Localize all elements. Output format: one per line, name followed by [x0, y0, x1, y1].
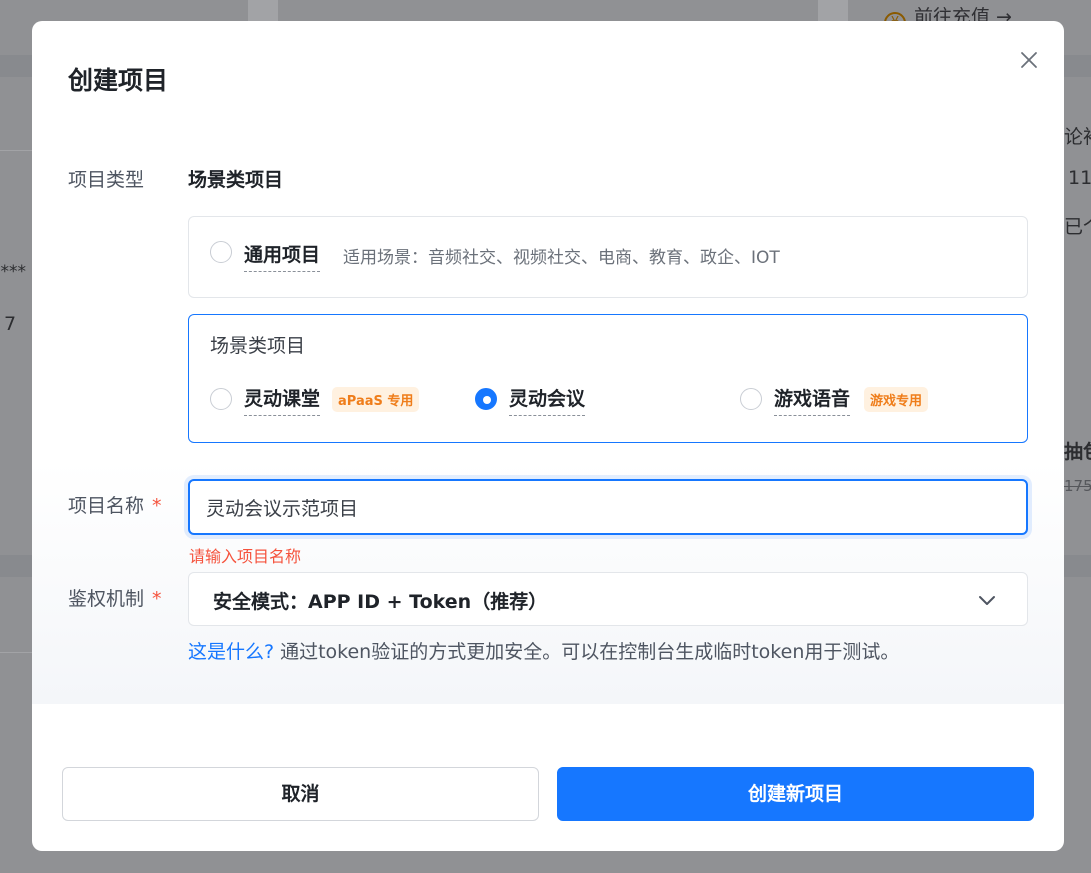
scene-project-card: 场景类项目 灵动课堂 aPaaS 专用 灵动会议 游戏语音 游戏专用	[188, 314, 1028, 443]
auth-help-line: 这是什么? 通过token验证的方式更加安全。可以在控制台生成临时token用于测…	[188, 637, 899, 664]
radio-smart-classroom[interactable]	[210, 388, 232, 410]
auth-mechanism-value: 安全模式：APP ID + Token（推荐）	[213, 591, 548, 613]
required-mark: *	[152, 588, 162, 610]
radio-smart-meeting[interactable]	[475, 388, 497, 410]
background-text: 已个	[1064, 216, 1091, 238]
project-name-label: 项目名称 *	[68, 491, 162, 518]
option-smart-meeting[interactable]: 灵动会议	[509, 384, 586, 416]
background-text: 抽包	[1064, 441, 1091, 463]
auth-help-text: 通过token验证的方式更加安全。可以在控制台生成临时token用于测试。	[280, 641, 900, 663]
auth-mechanism-label-text: 鉴权机制	[68, 588, 145, 610]
required-mark: *	[152, 495, 162, 517]
option-smart-classroom[interactable]: 灵动课堂	[244, 384, 321, 416]
background-text: 11	[1068, 167, 1091, 189]
create-project-button[interactable]: 创建新项目	[557, 767, 1034, 821]
background-divider	[0, 652, 32, 653]
close-icon[interactable]	[1016, 47, 1042, 73]
project-name-field[interactable]	[188, 479, 1028, 535]
background-text: ****	[0, 262, 26, 282]
background-text: 论裕	[1064, 126, 1091, 148]
project-type-value: 场景类项目	[188, 169, 284, 191]
general-project-label[interactable]: 通用项目	[244, 240, 321, 272]
project-name-error: 请输入项目名称	[189, 547, 302, 566]
project-type-label: 项目类型	[68, 169, 145, 191]
auth-mechanism-label: 鉴权机制 *	[68, 584, 162, 611]
project-name-input[interactable]	[190, 481, 1026, 533]
general-project-radio[interactable]	[210, 241, 232, 263]
what-is-this-link[interactable]: 这是什么?	[188, 641, 274, 663]
background-divider	[0, 150, 32, 151]
apaas-tag: aPaaS 专用	[332, 387, 420, 412]
modal-title: 创建项目	[68, 66, 169, 95]
radio-game-voice[interactable]	[740, 388, 762, 410]
scene-project-title: 场景类项目	[210, 335, 306, 357]
chevron-down-icon	[979, 596, 995, 605]
background-text: 7	[4, 313, 17, 335]
background-divider	[818, 0, 848, 22]
game-only-tag: 游戏专用	[864, 387, 929, 412]
option-game-voice[interactable]: 游戏语音	[774, 384, 851, 416]
cancel-button[interactable]: 取消	[62, 767, 539, 821]
background-divider	[248, 0, 278, 22]
general-project-card[interactable]: 通用项目 适用场景：音频社交、视频社交、电商、教育、政企、IOT	[188, 216, 1028, 298]
general-project-desc: 适用场景：音频社交、视频社交、电商、教育、政企、IOT	[343, 248, 780, 268]
create-project-modal: 创建项目 项目类型 场景类项目 通用项目 适用场景：音频社交、视频社交、电商、教…	[32, 21, 1064, 851]
auth-mechanism-select[interactable]: 安全模式：APP ID + Token（推荐）	[188, 572, 1028, 626]
background-text: 1750	[1064, 477, 1091, 495]
project-name-label-text: 项目名称	[68, 495, 145, 517]
